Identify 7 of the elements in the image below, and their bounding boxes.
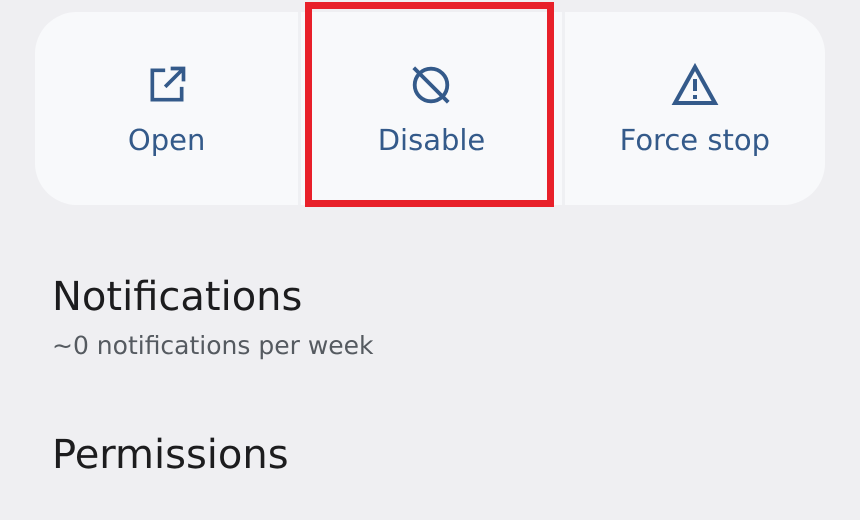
setting-title[interactable]: Notifications <box>52 271 808 323</box>
setting-title[interactable]: Permissions <box>52 429 808 481</box>
disable-button[interactable]: Disable <box>298 12 562 205</box>
setting-summary: ~0 notifications per week <box>52 330 375 362</box>
open-button[interactable]: Open <box>35 12 298 205</box>
force-stop-button[interactable]: Force stop <box>562 12 825 205</box>
warning-icon <box>670 62 719 106</box>
